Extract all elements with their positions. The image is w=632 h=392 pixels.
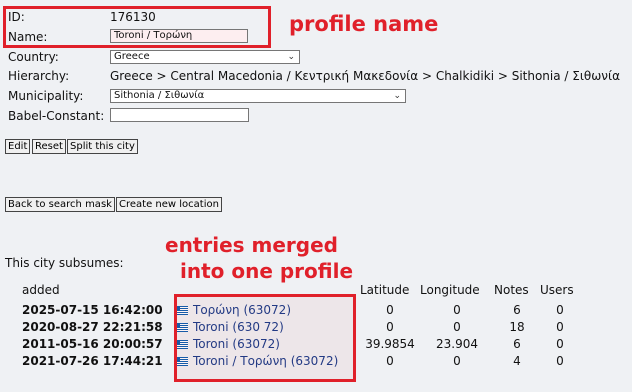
row-users: 0 <box>556 336 564 351</box>
row-added: 2021-07-26 17:44:21 <box>22 353 163 368</box>
row-longitude: 0 <box>453 302 461 317</box>
babel-constant-label: Babel-Constant: <box>8 109 105 123</box>
annotation-profile-name: profile name <box>289 12 439 36</box>
chevron-down-icon: ⌄ <box>393 91 401 101</box>
municipality-label: Municipality: <box>8 89 84 103</box>
municipality-select[interactable]: Sithonia / Σιθωνία ⌄ <box>110 89 406 103</box>
row-added: 2011-05-16 20:00:57 <box>22 336 163 351</box>
annotation-merged-line2: into one profile <box>180 259 354 283</box>
edit-button[interactable]: Edit <box>5 139 31 154</box>
hierarchy-value: Greece > Central Macedonia / Κεντρική Μα… <box>110 69 620 83</box>
row-latitude: 39.9854 <box>365 336 415 351</box>
row-notes: 6 <box>513 302 521 317</box>
row-users: 0 <box>556 319 564 334</box>
subsumes-label: This city subsumes: <box>5 256 124 270</box>
row-longitude: 0 <box>453 319 461 334</box>
municipality-select-value: Sithonia / Σιθωνία <box>114 90 205 101</box>
col-added: added <box>22 283 60 297</box>
back-to-search-button[interactable]: Back to search mask <box>5 197 115 212</box>
hierarchy-label: Hierarchy: <box>8 69 70 83</box>
row-latitude: 0 <box>386 319 394 334</box>
babel-constant-field[interactable] <box>110 108 249 122</box>
profile-name-highlight-box <box>3 6 271 48</box>
col-longitude: Longitude <box>420 283 480 297</box>
reset-button[interactable]: Reset <box>32 139 66 154</box>
chevron-down-icon: ⌄ <box>287 52 295 62</box>
split-city-button[interactable]: Split this city <box>67 139 138 154</box>
row-users: 0 <box>556 302 564 317</box>
row-latitude: 0 <box>386 302 394 317</box>
row-notes: 18 <box>509 319 525 334</box>
row-added: 2025-07-15 16:42:00 <box>22 302 163 317</box>
country-select-value: Greece <box>114 51 150 62</box>
country-label: Country: <box>8 50 59 64</box>
annotation-merged-line1: entries merged <box>165 233 338 257</box>
col-notes: Notes <box>494 283 529 297</box>
row-longitude: 23.904 <box>436 336 478 351</box>
col-latitude: Latitude <box>360 283 410 297</box>
row-users: 0 <box>556 353 564 368</box>
row-latitude: 0 <box>386 353 394 368</box>
country-select[interactable]: Greece ⌄ <box>110 50 300 64</box>
merged-entries-highlight-box <box>174 294 356 382</box>
row-notes: 6 <box>513 336 521 351</box>
row-added: 2020-08-27 22:21:58 <box>22 319 163 334</box>
col-users: Users <box>540 283 574 297</box>
create-location-button[interactable]: Create new location <box>116 197 222 212</box>
row-longitude: 0 <box>453 353 461 368</box>
row-notes: 4 <box>513 353 521 368</box>
